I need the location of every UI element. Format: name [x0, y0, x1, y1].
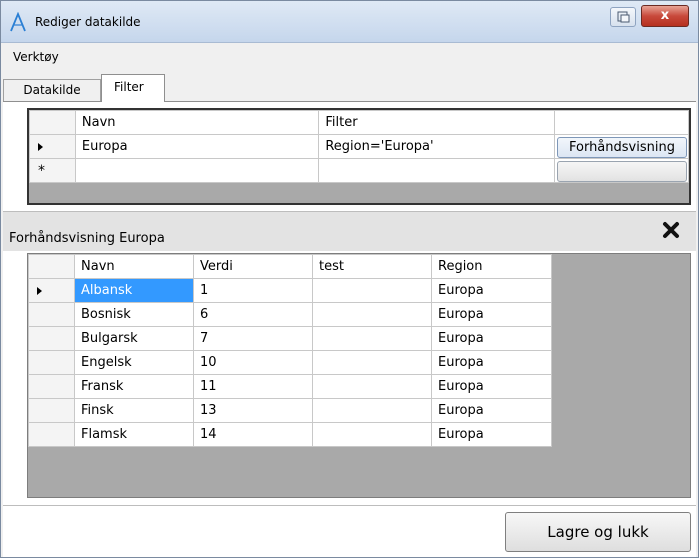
preview-title: Forhåndsvisning Europa: [9, 231, 165, 246]
row-selector[interactable]: [28, 374, 75, 399]
menu-item-verktoy[interactable]: Verktøy: [13, 50, 59, 64]
navn-cell[interactable]: Engelsk: [74, 350, 194, 375]
table-row[interactable]: Bosnisk 6 Europa: [28, 302, 552, 327]
menu-bar: Verktøy: [1, 43, 698, 71]
save-and-close-button[interactable]: Lagre og lukk: [505, 512, 691, 552]
column-header-navn[interactable]: Navn: [74, 110, 320, 135]
current-row-arrow-icon: [38, 142, 43, 151]
table-row[interactable]: Europa Region='Europa' Forhåndsvisning: [29, 134, 690, 159]
column-header-region[interactable]: Region: [431, 254, 552, 279]
tab-filter-label: Filter: [114, 80, 144, 94]
preview-button[interactable]: Forhåndsvisning: [556, 136, 687, 158]
restore-button[interactable]: [610, 7, 636, 27]
preview-button-cell: Forhåndsvisning: [553, 134, 690, 159]
verdi-cell[interactable]: 1: [193, 278, 313, 303]
preview-grid: Navn Verdi test Region Albansk 1 Europa Bos…: [28, 254, 552, 447]
test-cell[interactable]: [312, 398, 432, 423]
verdi-cell[interactable]: 7: [193, 326, 313, 351]
new-filter-cell[interactable]: [318, 158, 555, 183]
filter-expression-cell[interactable]: Region='Europa': [318, 134, 555, 159]
new-row-selector[interactable]: *: [29, 158, 76, 183]
filter-name-cell[interactable]: Europa: [74, 134, 320, 159]
region-cell[interactable]: Europa: [431, 374, 552, 399]
table-row[interactable]: Finsk 13 Europa: [28, 398, 552, 423]
tab-datakilde-label: Datakilde: [23, 83, 81, 97]
tab-filter[interactable]: Filter: [101, 74, 165, 102]
navn-cell[interactable]: Bosnisk: [74, 302, 194, 327]
region-cell[interactable]: Europa: [431, 302, 552, 327]
column-header-preview[interactable]: [553, 110, 690, 135]
navn-cell[interactable]: Bulgarsk: [74, 326, 194, 351]
row-header-corner: [28, 254, 75, 279]
row-selector[interactable]: [28, 326, 75, 351]
new-preview-button[interactable]: [556, 160, 687, 182]
close-window-button[interactable]: x: [641, 5, 689, 27]
region-cell[interactable]: Europa: [431, 398, 552, 423]
navn-cell[interactable]: Albansk: [74, 278, 194, 303]
row-selector[interactable]: [28, 398, 75, 423]
verdi-cell[interactable]: 11: [193, 374, 313, 399]
title-bar: Rediger datakilde x: [1, 1, 698, 43]
verdi-cell[interactable]: 6: [193, 302, 313, 327]
navn-cell[interactable]: Fransk: [74, 374, 194, 399]
row-selector[interactable]: [28, 302, 75, 327]
region-cell[interactable]: Europa: [431, 278, 552, 303]
test-cell[interactable]: [312, 302, 432, 327]
verdi-cell[interactable]: 10: [193, 350, 313, 375]
table-row[interactable]: Bulgarsk 7 Europa: [28, 326, 552, 351]
dialog-window: Rediger datakilde x Verktøy Datakilde Fi…: [0, 0, 699, 558]
footer-divider: [3, 505, 696, 506]
filter-grid-area: Navn Filter Europa Region='Europa' Forhå…: [27, 108, 691, 205]
verdi-cell[interactable]: 13: [193, 398, 313, 423]
region-cell[interactable]: Europa: [431, 350, 552, 375]
tab-datakilde[interactable]: Datakilde: [3, 79, 101, 101]
region-cell[interactable]: Europa: [431, 422, 552, 447]
navn-cell[interactable]: Flamsk: [74, 422, 194, 447]
table-row[interactable]: Engelsk 10 Europa: [28, 350, 552, 375]
column-header-filter[interactable]: Filter: [318, 110, 555, 135]
row-selector[interactable]: [28, 422, 75, 447]
test-cell[interactable]: [312, 422, 432, 447]
region-cell[interactable]: Europa: [431, 326, 552, 351]
new-button-cell: [553, 158, 690, 183]
column-header-verdi[interactable]: Verdi: [193, 254, 313, 279]
current-row-arrow-icon: [37, 286, 42, 295]
row-header-corner: [29, 110, 76, 135]
window-title: Rediger datakilde: [35, 15, 141, 29]
test-cell[interactable]: [312, 326, 432, 351]
row-selector[interactable]: [29, 134, 76, 159]
preview-header: Forhåndsvisning Europa: [3, 211, 696, 251]
table-row[interactable]: Fransk 11 Europa: [28, 374, 552, 399]
app-logo-icon: [10, 12, 26, 32]
preview-header-row: Navn Verdi test Region: [28, 254, 552, 279]
test-cell[interactable]: [312, 350, 432, 375]
navn-cell[interactable]: Finsk: [74, 398, 194, 423]
table-row[interactable]: Albansk 1 Europa: [28, 278, 552, 303]
verdi-cell[interactable]: 14: [193, 422, 313, 447]
restore-icon: [617, 11, 630, 23]
preview-grid-area: Navn Verdi test Region Albansk 1 Europa Bos…: [27, 253, 691, 498]
row-selector[interactable]: [28, 350, 75, 375]
close-icon: x: [660, 8, 670, 23]
filter-grid: Navn Filter Europa Region='Europa' Forhå…: [29, 110, 690, 183]
filter-grid-header-row: Navn Filter: [29, 110, 690, 135]
test-cell[interactable]: [312, 278, 432, 303]
row-selector[interactable]: [28, 278, 75, 303]
new-name-cell[interactable]: [74, 158, 320, 183]
table-row[interactable]: Flamsk 14 Europa: [28, 422, 552, 447]
new-row-star-icon: *: [38, 162, 45, 179]
new-row[interactable]: *: [29, 158, 690, 183]
close-preview-icon[interactable]: [661, 220, 681, 240]
test-cell[interactable]: [312, 374, 432, 399]
column-header-test[interactable]: test: [312, 254, 432, 279]
column-header-navn[interactable]: Navn: [74, 254, 194, 279]
